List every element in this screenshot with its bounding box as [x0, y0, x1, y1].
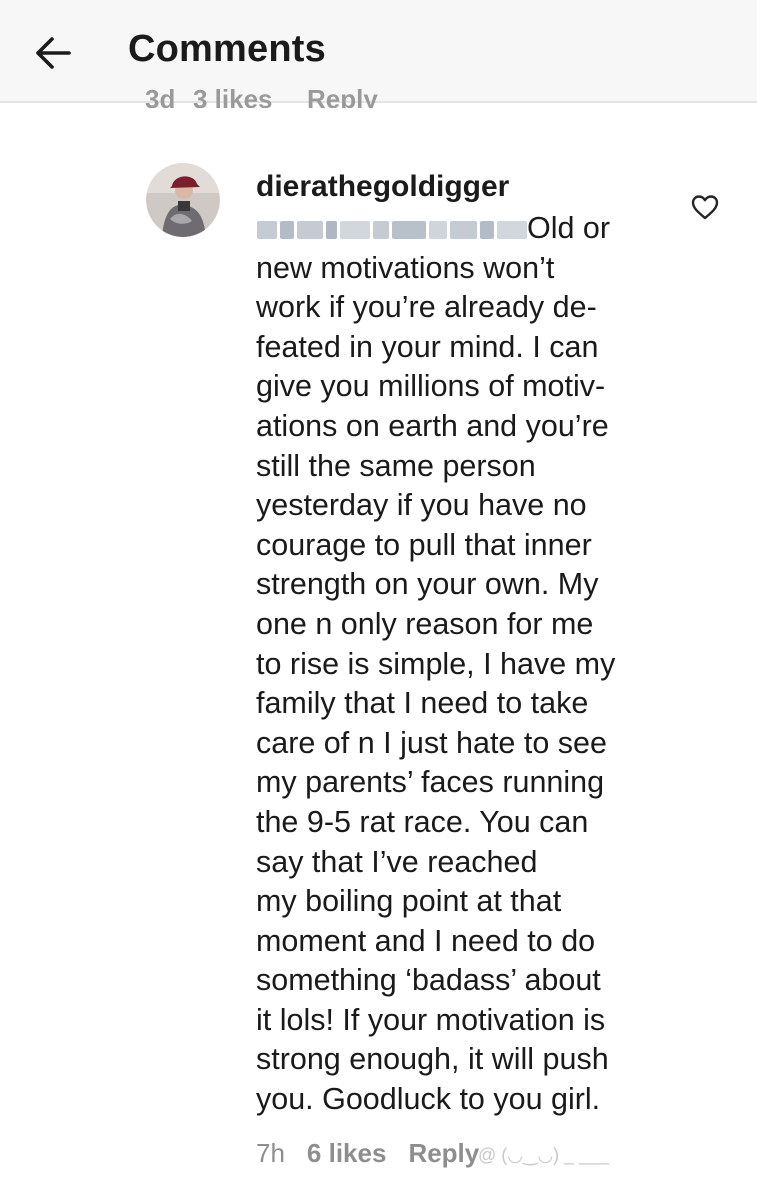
comment-line: to rise is simple, I have my	[256, 646, 616, 681]
comment-line: courage to pull that inner	[256, 527, 592, 562]
back-button[interactable]	[28, 30, 78, 76]
previous-comment-time: 3d	[145, 84, 176, 108]
comment-line: feated in your mind. I can	[256, 329, 599, 364]
reply-button[interactable]: Reply	[408, 1138, 479, 1169]
comment-line: one n only reason for me	[256, 606, 594, 641]
comment-likes[interactable]: 6 likes	[307, 1138, 387, 1169]
comment-line: yesterday if you have no	[256, 488, 587, 523]
comment-line: my boiling point at that	[256, 884, 562, 919]
watermark: @ (◡‿◡) _ ___	[478, 1145, 610, 1165]
previous-comment-reply[interactable]: Reply	[307, 84, 378, 108]
arrow-left-icon	[36, 37, 71, 69]
comment-line: you. Goodluck to you girl.	[256, 1082, 601, 1117]
avatar[interactable]	[146, 163, 220, 237]
comment-line: strong enough, it will push	[256, 1042, 609, 1077]
previous-comment-likes[interactable]: 3 likes	[193, 84, 273, 108]
comment-line: the 9-5 rat race. You can	[256, 804, 589, 839]
comment-username[interactable]: dierathegoldigger	[256, 170, 509, 204]
comment-time: 7h	[256, 1137, 285, 1168]
comment-line: give you millions of motiv-	[256, 369, 606, 404]
comments-screen: Comments 3d 3 likes Reply dierathegoldig…	[0, 0, 757, 1200]
comment-meta: 7h 6 likes Reply	[256, 1135, 479, 1171]
comment-line: something ‘badass’ about	[256, 963, 601, 998]
profile-photo	[146, 163, 220, 237]
page-title: Comments	[128, 28, 326, 70]
comment-line: work if you’re already de-	[256, 290, 597, 325]
comment-line: care of n I just hate to see	[256, 725, 607, 760]
comment-line: still the same person	[256, 448, 536, 483]
comment-text: Old or new motivations won’t work if you’r…	[256, 209, 706, 1120]
previous-comment-meta: 3d 3 likes Reply	[145, 78, 395, 108]
comment-line: say that I’ve reached	[256, 844, 538, 879]
comment-line: Old or	[527, 211, 611, 245]
comment-line: it lols! If your motivation is	[256, 1002, 606, 1037]
comment-line: family that I need to take	[256, 686, 589, 721]
comment-line: ations on earth and you’re	[256, 408, 609, 443]
comment-line: my parents’ faces running	[256, 765, 605, 800]
comment-line: new motivations won’t	[256, 250, 555, 285]
comment-line: strength on your own. My	[256, 567, 599, 602]
comment-line: moment and I need to do	[256, 923, 596, 958]
